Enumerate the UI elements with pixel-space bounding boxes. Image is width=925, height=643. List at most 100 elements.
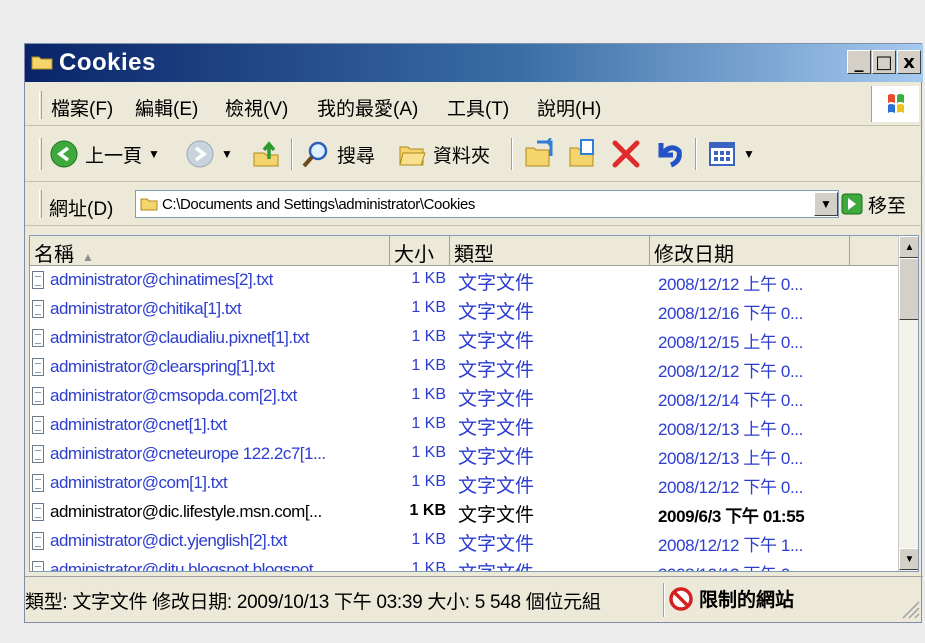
go-button[interactable]: 移至	[841, 190, 906, 218]
search-icon	[302, 141, 328, 168]
file-type: 文字文件	[458, 534, 535, 555]
undo-button[interactable]	[653, 136, 683, 172]
back-button[interactable]: 上一頁 ▼	[49, 136, 160, 172]
menu-favorites[interactable]: 我的最愛(A)	[317, 94, 418, 121]
folders-icon	[399, 146, 426, 166]
text-file-icon	[32, 271, 44, 289]
scroll-thumb[interactable]	[899, 258, 918, 320]
file-type: 文字文件	[458, 418, 535, 439]
table-row[interactable]: administrator@chinatimes[2].txt 1 KB 文字文件 2…	[30, 267, 898, 296]
title-bar[interactable]: Cookies _ □ x	[25, 44, 923, 82]
file-modified: 2008/12/12 下午 0...	[658, 560, 898, 571]
column-header-spacer	[850, 236, 898, 266]
standard-toolbar: 上一頁 ▼ ▼ 搜尋 資料夾 ▼	[25, 126, 923, 182]
table-row[interactable]: administrator@dic.lifestyle.msn.com[... 1…	[30, 499, 898, 528]
column-header-name[interactable]: 名稱 ▲	[30, 236, 390, 266]
copy-to-button[interactable]	[567, 136, 599, 172]
file-modified: 2008/12/14 下午 0...	[658, 391, 803, 410]
back-dropdown-icon: ▼	[148, 147, 160, 161]
file-type: 文字文件	[458, 273, 535, 294]
toolbar-separator	[695, 138, 697, 170]
chevron-down-icon: ▼	[820, 197, 832, 211]
text-file-icon	[32, 329, 44, 347]
minimize-button[interactable]: _	[847, 50, 871, 74]
file-size: 1 KB	[411, 531, 446, 548]
folders-button[interactable]: 資料夾	[397, 136, 490, 172]
vertical-scrollbar[interactable]: ▲ ▼	[898, 236, 918, 571]
back-label: 上一頁	[85, 145, 143, 167]
file-size: 1 KB	[411, 473, 446, 490]
views-button[interactable]: ▼	[707, 136, 755, 172]
resize-grip-icon[interactable]	[899, 598, 921, 620]
file-name-cell: administrator@dic.lifestyle.msn.com[...	[32, 502, 388, 522]
menu-edit[interactable]: 編輯(E)	[135, 94, 198, 121]
table-row[interactable]: administrator@dict.yjenglish[2].txt 1 KB 文…	[30, 528, 898, 557]
file-modified: 2008/12/12 下午 0...	[658, 478, 803, 497]
menu-bar: 檔案(F) 編輯(E) 檢視(V) 我的最愛(A) 工具(T) 說明(H)	[25, 82, 923, 126]
menu-grip[interactable]	[39, 91, 42, 119]
file-name-cell: administrator@claudialiu.pixnet[1].txt	[32, 328, 388, 348]
up-folder-icon	[253, 141, 279, 167]
menu-help[interactable]: 說明(H)	[537, 94, 601, 121]
move-to-button[interactable]	[523, 136, 555, 172]
maximize-icon: □	[875, 51, 893, 73]
menu-tools[interactable]: 工具(T)	[447, 94, 509, 121]
table-row[interactable]: administrator@cnet[1].txt 1 KB 文字文件 2008/12…	[30, 412, 898, 441]
file-modified: 2008/12/13 上午 0...	[658, 449, 803, 468]
table-row[interactable]: administrator@claudialiu.pixnet[1].txt 1 …	[30, 325, 898, 354]
address-value: C:\Documents and Settings\administrator\…	[162, 196, 476, 213]
file-type: 文字文件	[458, 302, 535, 323]
delete-button[interactable]	[611, 136, 641, 172]
file-name-cell: administrator@cmsopda.com[2].txt	[32, 386, 388, 406]
column-header-size[interactable]: 大小	[390, 236, 450, 266]
file-modified: 2009/6/3 下午 01:55	[658, 507, 805, 526]
toolbar-separator	[511, 138, 513, 170]
forward-button[interactable]: ▼	[185, 136, 233, 172]
file-modified: 2008/12/12 下午 0...	[658, 362, 803, 381]
file-name: administrator@ditu.blogspot.blogspot...	[50, 560, 326, 572]
menu-view[interactable]: 檢視(V)	[225, 94, 288, 121]
table-row[interactable]: administrator@chitika[1].txt 1 KB 文字文件 2008…	[30, 296, 898, 325]
forward-dropdown-icon: ▼	[221, 147, 233, 161]
close-icon: x	[903, 51, 915, 73]
close-button[interactable]: x	[897, 50, 921, 74]
file-name: administrator@cneteurope 122.2c7[1...	[50, 444, 326, 463]
file-modified: 2008/12/12 下午 1...	[658, 536, 803, 555]
search-button[interactable]: 搜尋	[301, 136, 375, 172]
windows-flag-icon	[888, 94, 904, 113]
file-name-cell: administrator@chitika[1].txt	[32, 299, 388, 319]
table-row[interactable]: administrator@cneteurope 122.2c7[1... 1 K…	[30, 441, 898, 470]
chevron-down-icon: ▼	[904, 553, 915, 565]
explorer-window: Cookies _ □ x 檔案(F) 編輯(E) 檢視(V) 我的最愛(A) …	[24, 43, 923, 623]
file-modified: 2008/12/13 上午 0...	[658, 420, 803, 439]
table-row[interactable]: administrator@com[1].txt 1 KB 文字文件 2008/12/…	[30, 470, 898, 499]
up-button[interactable]	[251, 136, 281, 172]
column-header-modified[interactable]: 修改日期	[650, 236, 850, 266]
scroll-down-button[interactable]: ▼	[899, 548, 918, 570]
toolbar-grip[interactable]	[39, 138, 42, 170]
column-name-label: 名稱	[34, 244, 74, 266]
address-grip[interactable]	[39, 190, 42, 218]
file-type: 文字文件	[458, 558, 658, 571]
file-size: 1 KB	[409, 502, 446, 519]
file-name-cell: administrator@clearspring[1].txt	[32, 357, 388, 377]
table-row[interactable]: administrator@cmsopda.com[2].txt 1 KB 文字文件…	[30, 383, 898, 412]
address-input[interactable]: C:\Documents and Settings\administrator\…	[135, 190, 839, 218]
column-header-type[interactable]: 類型	[450, 236, 650, 266]
table-row[interactable]: administrator@ditu.blogspot.blogspot... 1…	[30, 557, 898, 572]
menu-file[interactable]: 檔案(F)	[51, 94, 113, 121]
table-row[interactable]: administrator@clearspring[1].txt 1 KB 文字文件…	[30, 354, 898, 383]
file-type: 文字文件	[458, 389, 535, 410]
file-type: 文字文件	[458, 331, 535, 352]
minimize-icon: _	[854, 51, 864, 73]
file-list[interactable]: 名稱 ▲ 大小 類型 修改日期 administrator@chinatimes[…	[29, 235, 919, 572]
file-name: administrator@claudialiu.pixnet[1].txt	[50, 328, 310, 347]
text-file-icon	[32, 532, 44, 550]
maximize-button[interactable]: □	[872, 50, 896, 74]
back-arrow-icon	[50, 140, 78, 168]
file-name-cell: administrator@chinatimes[2].txt	[32, 270, 388, 290]
file-size: 1 KB	[411, 560, 446, 572]
address-dropdown-button[interactable]: ▼	[814, 192, 838, 216]
scroll-up-button[interactable]: ▲	[899, 236, 918, 258]
window-title: Cookies	[59, 49, 156, 76]
